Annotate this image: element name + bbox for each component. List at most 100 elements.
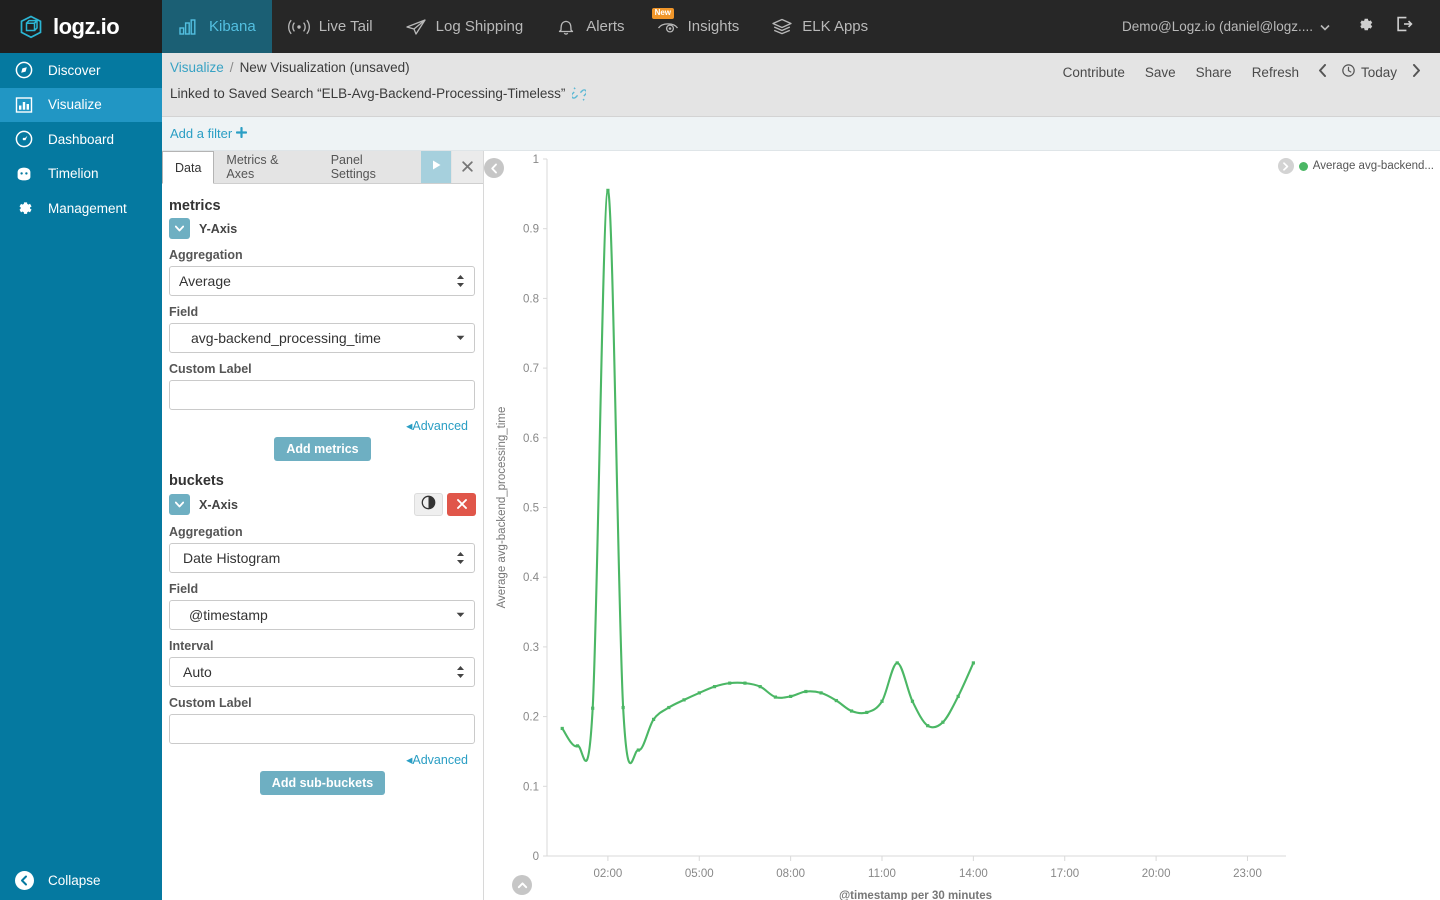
tab-metrics-axes[interactable]: Metrics & Axes	[214, 151, 318, 183]
filter-bar: Add a filter	[162, 117, 1440, 151]
sort-updown-icon	[456, 551, 465, 565]
chevron-left-circle-icon	[14, 870, 34, 890]
tab-metrics-axes-label: Metrics & Axes	[226, 153, 279, 181]
user-account-menu[interactable]: Demo@Logz.io (daniel@logz....	[1108, 19, 1344, 34]
metrics-aggregation-select[interactable]: Average	[169, 266, 475, 296]
chart-legend: Average avg-backend...	[1277, 158, 1434, 174]
time-range-picker[interactable]: Today	[1336, 61, 1403, 83]
logzio-cube-icon	[20, 15, 42, 38]
contribute-button[interactable]: Contribute	[1053, 62, 1135, 83]
plus-icon	[236, 126, 248, 141]
buckets-field-select[interactable]: @timestamp	[169, 600, 475, 630]
sidebar-collapse-label: Collapse	[48, 872, 101, 888]
caret-down-icon[interactable]	[169, 494, 190, 515]
nav-item-insights[interactable]: New Insights	[641, 0, 756, 53]
chevron-down-icon	[1320, 19, 1330, 34]
sidebar-label-discover: Discover	[48, 62, 101, 78]
buckets-aggregation-select[interactable]: Date Histogram	[169, 543, 475, 573]
svg-text:0.4: 0.4	[523, 572, 540, 584]
buckets-interval-value: Auto	[183, 664, 212, 680]
user-account-label: Demo@Logz.io (daniel@logz....	[1122, 19, 1313, 34]
time-range-label: Today	[1360, 64, 1397, 80]
circle-half-icon	[421, 495, 436, 515]
buckets-advanced-toggle[interactable]: ◂Advanced	[169, 752, 468, 767]
nav-label-insights: Insights	[687, 18, 740, 35]
tab-panel-settings-label: Panel Settings	[330, 153, 376, 181]
breadcrumb-bar: Visualize / New Visualization (unsaved) …	[162, 53, 1440, 117]
buckets-toggle-button[interactable]	[414, 493, 443, 516]
breadcrumb-link-visualize[interactable]: Visualize	[170, 60, 224, 75]
nav-label-log-shipping: Log Shipping	[435, 18, 524, 35]
svg-text:1: 1	[533, 154, 539, 166]
layers-icon	[771, 17, 793, 37]
sidebar-label-management: Management	[48, 200, 127, 216]
nav-item-log-shipping[interactable]: Log Shipping	[389, 0, 540, 53]
nav-item-kibana[interactable]: Kibana	[162, 0, 272, 53]
chevron-left-icon[interactable]	[1309, 61, 1336, 83]
unlink-icon[interactable]	[572, 86, 587, 101]
nav-item-alerts[interactable]: Alerts	[539, 0, 640, 53]
svg-text:0.1: 0.1	[523, 781, 539, 793]
svg-text:@timestamp per 30 minutes: @timestamp per 30 minutes	[839, 890, 992, 900]
chevron-up-circle-icon[interactable]	[512, 875, 532, 895]
sidebar-item-dashboard[interactable]: Dashboard	[0, 122, 162, 157]
save-button[interactable]: Save	[1135, 62, 1186, 83]
svg-text:0.2: 0.2	[523, 712, 539, 724]
logout-button[interactable]	[1384, 0, 1424, 53]
buckets-custom-label-input[interactable]	[169, 714, 475, 744]
add-sub-buckets-button[interactable]: Add sub-buckets	[259, 771, 386, 795]
settings-button[interactable]	[1344, 0, 1384, 53]
close-icon	[456, 497, 467, 512]
sidebar-label-timelion: Timelion	[48, 166, 99, 182]
metrics-field-select[interactable]: avg-backend_processing_time	[169, 323, 475, 353]
compass-icon	[14, 61, 34, 79]
buckets-remove-button[interactable]	[447, 493, 476, 516]
metrics-custom-label-input[interactable]	[169, 380, 475, 410]
editor-panel-body: metrics Y-Axis Aggregation Average Field…	[162, 184, 483, 900]
add-filter-label: Add a filter	[170, 126, 233, 141]
add-filter-button[interactable]: Add a filter	[170, 126, 248, 141]
tab-panel-settings[interactable]: Panel Settings	[319, 151, 421, 183]
chevron-right-circle-icon[interactable]	[1277, 158, 1294, 174]
caret-down-icon[interactable]	[169, 218, 190, 239]
sidebar-item-timelion[interactable]: Timelion	[0, 157, 162, 192]
metrics-section-title: metrics	[169, 198, 221, 214]
sidebar-label-visualize: Visualize	[48, 97, 102, 113]
metrics-aggregation-label: Aggregation	[169, 248, 243, 262]
legend-color-dot	[1298, 161, 1308, 171]
buckets-interval-select[interactable]: Auto	[169, 657, 475, 687]
topbar-right-group: Demo@Logz.io (daniel@logz....	[1108, 0, 1440, 53]
legend-series-label[interactable]: Average avg-backend...	[1313, 160, 1434, 172]
apply-changes-button[interactable]	[421, 151, 452, 183]
add-metrics-button[interactable]: Add metrics	[274, 437, 371, 461]
discard-changes-button[interactable]	[452, 151, 483, 183]
svg-text:20:00: 20:00	[1142, 868, 1171, 880]
nav-item-live-tail[interactable]: Live Tail	[272, 0, 389, 53]
top-navigation-bar: logz.io Kibana Live Tail Log Shipping Al	[0, 0, 1440, 53]
chevron-left-circle-icon[interactable]	[484, 158, 504, 178]
editor-tab-bar: Data Metrics & Axes Panel Settings	[162, 151, 483, 184]
clock-icon	[1342, 64, 1355, 80]
sidebar-label-dashboard: Dashboard	[48, 131, 115, 147]
metrics-advanced-toggle[interactable]: ◂Advanced	[169, 418, 468, 433]
sidebar-item-discover[interactable]: Discover	[0, 53, 162, 88]
chevron-right-icon[interactable]	[1403, 61, 1430, 83]
buckets-aggregation-value: Date Histogram	[183, 550, 281, 566]
visualization-toolbar: Contribute Save Share Refresh Today	[1053, 61, 1430, 83]
nav-label-kibana: Kibana	[209, 18, 256, 35]
sidebar-item-management[interactable]: Management	[0, 191, 162, 226]
sidebar-collapse-button[interactable]: Collapse	[0, 860, 162, 900]
share-button[interactable]: Share	[1186, 62, 1242, 83]
sidebar-item-visualize[interactable]: Visualize	[0, 87, 162, 122]
buckets-x-axis-label: X-Axis	[199, 497, 238, 512]
buckets-x-axis-header: X-Axis	[169, 493, 476, 516]
visualization-chart-area: Average avg-backend... 0 0.1 0.2 0.3 0.4 0.5 0…	[484, 151, 1440, 900]
logzio-logo[interactable]: logz.io	[0, 0, 162, 53]
tab-data[interactable]: Data	[162, 151, 215, 184]
svg-text:23:00: 23:00	[1233, 868, 1262, 880]
visualization-editor-panel: Data Metrics & Axes Panel Settings metri…	[162, 151, 484, 900]
svg-text:02:00: 02:00	[594, 868, 623, 880]
nav-item-elk-apps[interactable]: ELK Apps	[755, 0, 884, 53]
refresh-button[interactable]: Refresh	[1242, 62, 1309, 83]
svg-text:17:00: 17:00	[1050, 868, 1079, 880]
